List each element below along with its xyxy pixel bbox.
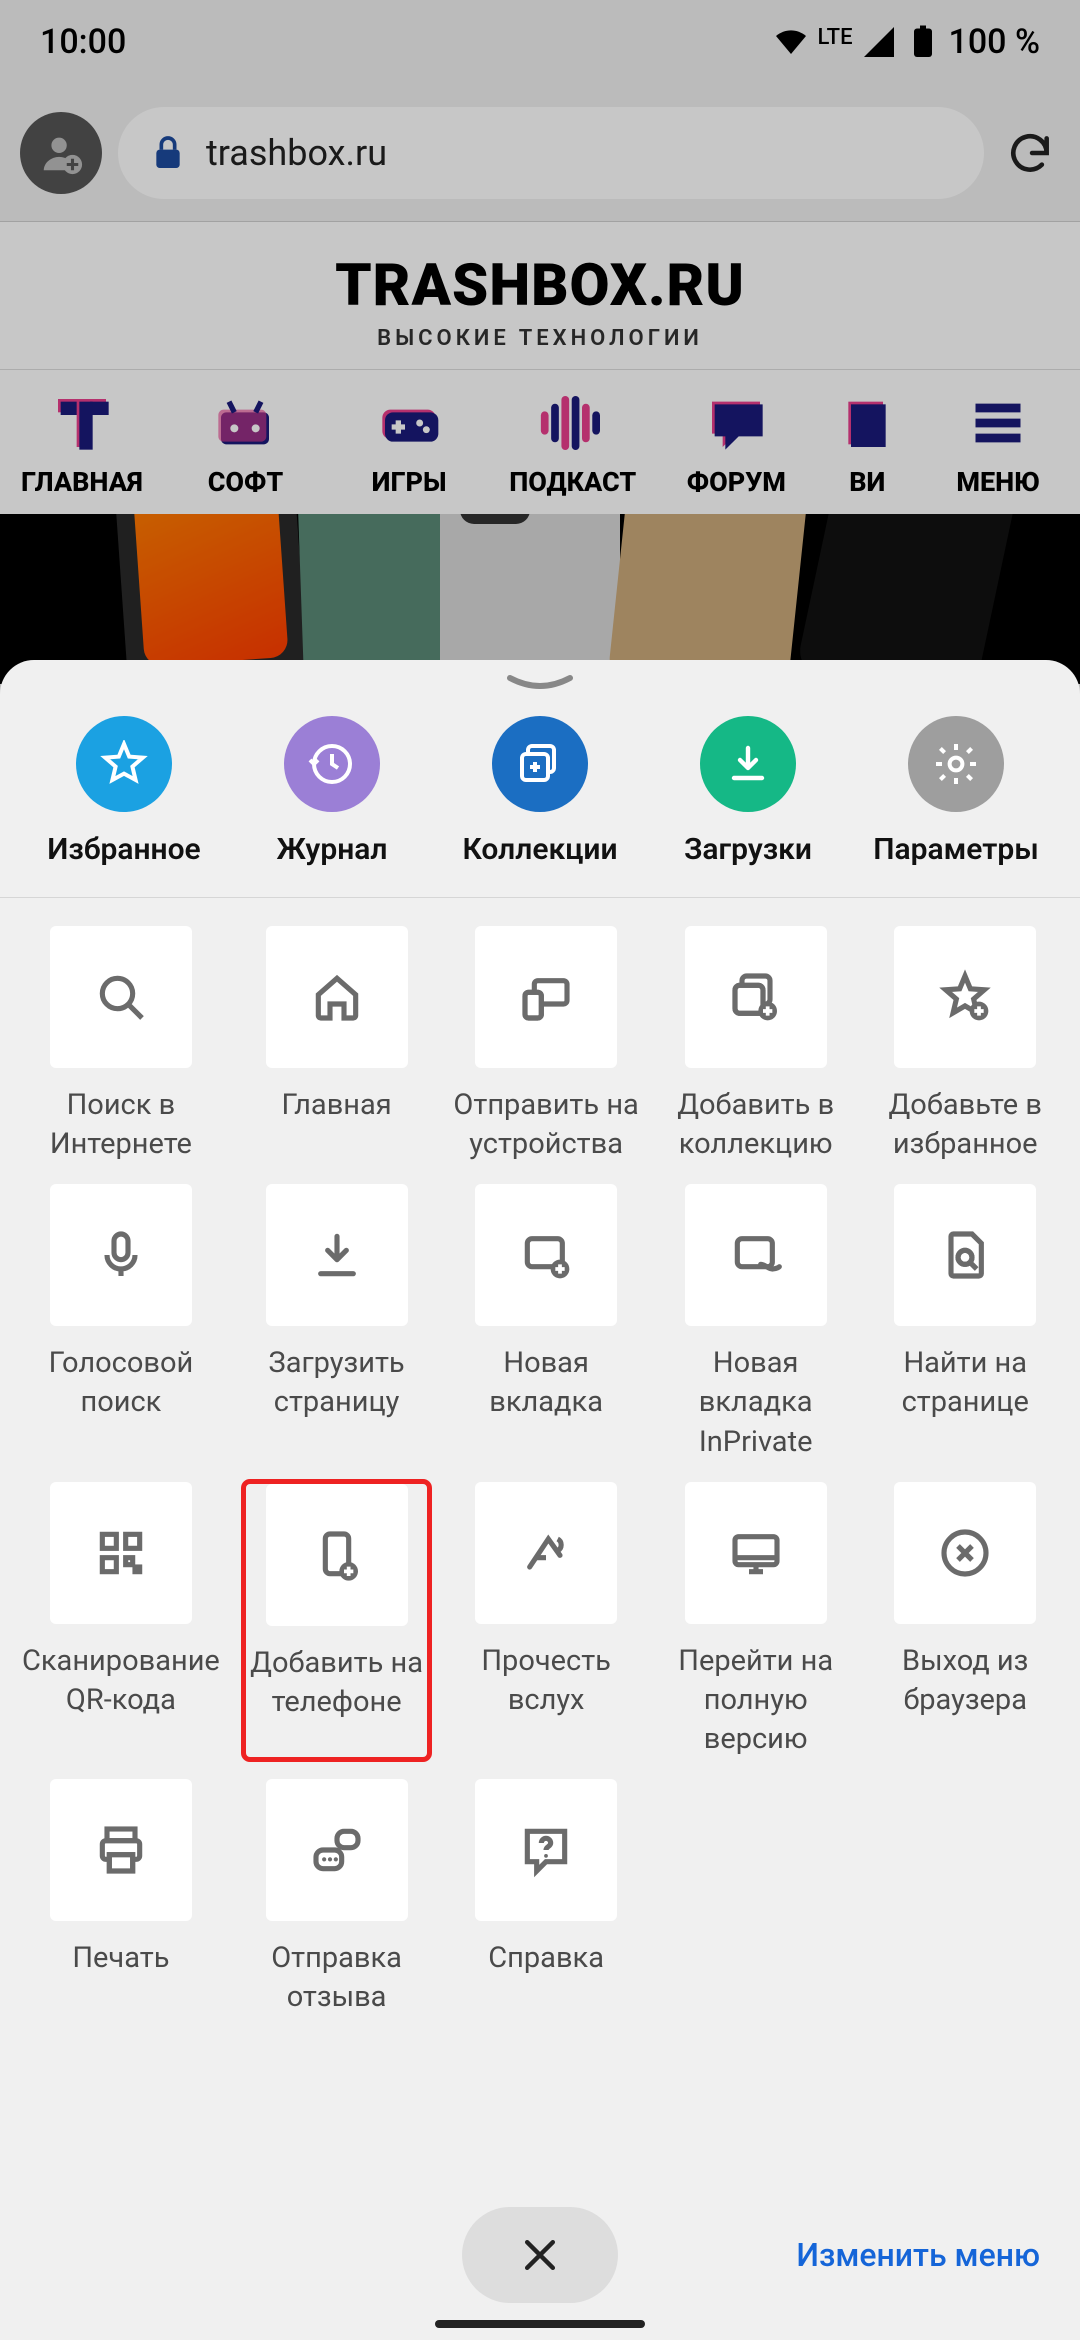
tile-read-aloud[interactable]: Прочесть вслух <box>453 1482 639 1759</box>
collections-icon <box>516 740 564 788</box>
tile-home[interactable]: Главная <box>244 926 430 1164</box>
print-icon <box>93 1822 149 1878</box>
menu-top-row: Избранное Журнал Коллекции Загрузки Пара… <box>0 698 1080 898</box>
find-icon <box>937 1227 993 1283</box>
history-button[interactable]: Журнал <box>232 716 432 867</box>
mic-icon <box>93 1227 149 1283</box>
search-icon <box>93 969 149 1025</box>
add-phone-icon <box>309 1527 365 1583</box>
menu-grid: Поиск в Интернете Главная Отправить на у… <box>0 898 1080 2170</box>
tile-desktop-site[interactable]: Перейти на полную версию <box>663 1482 849 1759</box>
close-icon <box>518 2233 562 2277</box>
add-star-icon <box>937 969 993 1025</box>
download-icon <box>724 740 772 788</box>
tile-qr-scan[interactable]: Сканирование QR-кода <box>22 1482 220 1759</box>
feedback-icon <box>309 1822 365 1878</box>
devices-icon <box>518 969 574 1025</box>
tile-add-to-phone[interactable]: Добавить на телефоне <box>244 1482 430 1759</box>
help-icon <box>518 1822 574 1878</box>
settings-button[interactable]: Параметры <box>856 716 1056 867</box>
close-menu-button[interactable] <box>462 2207 618 2303</box>
sheet-bottom-bar: Изменить меню <box>0 2170 1080 2340</box>
downloads-button[interactable]: Загрузки <box>648 716 848 867</box>
tile-new-tab[interactable]: Новая вкладка <box>453 1184 639 1461</box>
gear-icon <box>932 740 980 788</box>
tile-new-inprivate[interactable]: Новая вкладка InPrivate <box>663 1184 849 1461</box>
tile-add-collection[interactable]: Добавить в коллекцию <box>663 926 849 1164</box>
download-page-icon <box>309 1227 365 1283</box>
collections-button[interactable]: Коллекции <box>440 716 640 867</box>
sheet-handle[interactable] <box>0 660 1080 698</box>
add-collection-icon <box>728 969 784 1025</box>
tile-send-to-devices[interactable]: Отправить на устройства <box>453 926 639 1164</box>
tile-find-on-page[interactable]: Найти на странице <box>872 1184 1058 1461</box>
tile-help[interactable]: Справка <box>453 1779 639 2017</box>
tile-feedback[interactable]: Отправка отзыва <box>244 1779 430 2017</box>
exit-icon <box>937 1525 993 1581</box>
browser-menu-sheet: Избранное Журнал Коллекции Загрузки Пара… <box>0 660 1080 2340</box>
tile-print[interactable]: Печать <box>22 1779 220 2017</box>
history-icon <box>308 740 356 788</box>
qr-icon <box>93 1525 149 1581</box>
read-aloud-icon <box>518 1525 574 1581</box>
desktop-icon <box>728 1525 784 1581</box>
favorites-button[interactable]: Избранное <box>24 716 224 867</box>
tile-exit[interactable]: Выход из браузера <box>872 1482 1058 1759</box>
tile-voice-search[interactable]: Голосовой поиск <box>22 1184 220 1461</box>
tile-web-search[interactable]: Поиск в Интернете <box>22 926 220 1164</box>
new-tab-icon <box>518 1227 574 1283</box>
tile-download-page[interactable]: Загрузить страницу <box>244 1184 430 1461</box>
gesture-bar <box>435 2320 645 2328</box>
home-icon <box>309 969 365 1025</box>
star-icon <box>100 740 148 788</box>
tile-add-favorite[interactable]: Добавьте в избранное <box>872 926 1058 1164</box>
inprivate-icon <box>728 1227 784 1283</box>
edit-menu-link[interactable]: Изменить меню <box>796 2236 1040 2274</box>
